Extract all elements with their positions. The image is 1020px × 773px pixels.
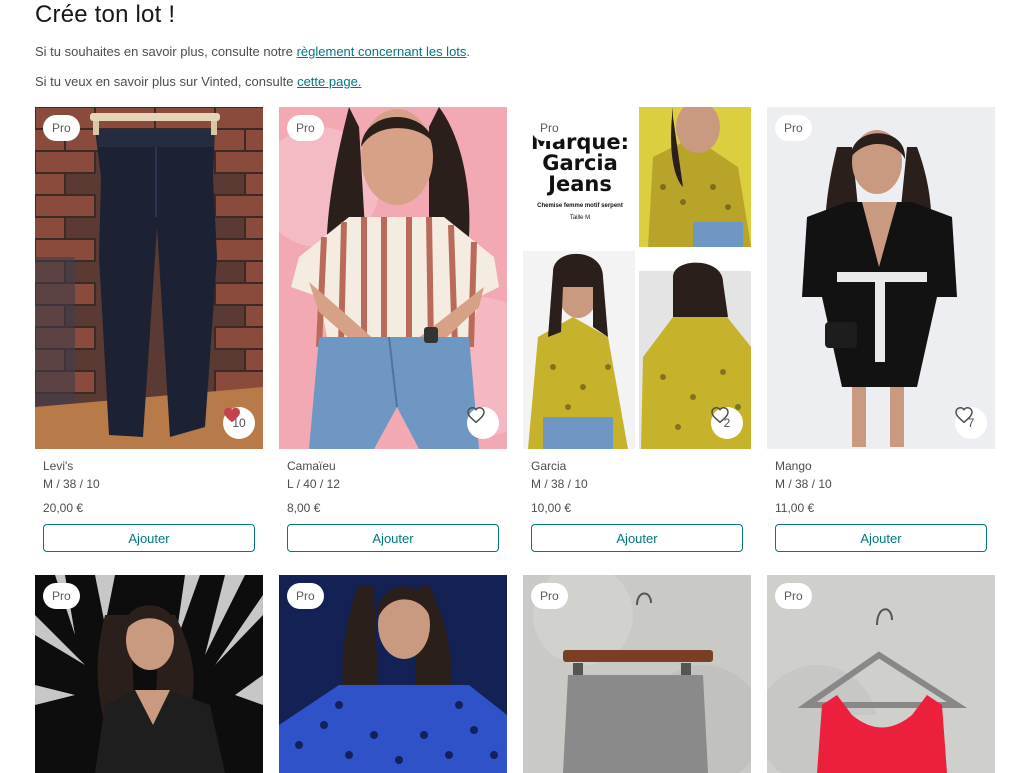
- item-card[interactable]: Marque: Garcia Jeans Chemise femme motif…: [523, 107, 751, 552]
- item-photo[interactable]: Pro: [35, 575, 263, 773]
- item-photo[interactable]: Pro: [767, 575, 995, 773]
- item-card[interactable]: Pro: [767, 575, 995, 773]
- pro-badge: Pro: [531, 115, 568, 141]
- bundle-rules-link[interactable]: règlement concernant les lots: [297, 44, 467, 59]
- item-card[interactable]: Pro: [523, 575, 751, 773]
- item-size: M / 38 / 10: [43, 477, 100, 491]
- item-photo[interactable]: Pro: [523, 575, 751, 773]
- favourite-button[interactable]: 7: [955, 407, 987, 439]
- vinted-info-link[interactable]: cette page.: [297, 74, 361, 89]
- item-card[interactable]: Pro: [279, 575, 507, 773]
- item-brand: Levi's: [43, 459, 74, 473]
- heart-icon: [467, 407, 485, 423]
- item-photo[interactable]: Pro: [279, 107, 507, 449]
- item-brand: Garcia: [531, 459, 567, 473]
- vinted-info-text: Si tu veux en savoir plus sur Vinted, co…: [35, 74, 361, 90]
- poster-subtitle: Chemise femme motif serpent: [537, 203, 623, 209]
- pro-badge: Pro: [43, 115, 80, 141]
- item-photo[interactable]: Marque: Garcia Jeans Chemise femme motif…: [523, 107, 751, 449]
- favourite-button[interactable]: 10: [223, 407, 255, 439]
- bundle-info-text: Si tu souhaites en savoir plus, consulte…: [35, 44, 470, 60]
- item-size: M / 38 / 10: [531, 477, 588, 491]
- poster-size: Taille M: [569, 215, 591, 221]
- item-brand: Camaïeu: [287, 459, 336, 473]
- add-to-bundle-button[interactable]: Ajouter: [531, 524, 743, 552]
- add-to-bundle-button[interactable]: Ajouter: [287, 524, 499, 552]
- item-card[interactable]: Pro 7 Mango M / 38 / 10 11,00 € Ajouter: [767, 107, 995, 552]
- heart-icon: [711, 407, 729, 423]
- item-price: 8,00 €: [287, 501, 321, 515]
- item-card[interactable]: Pro 10 Levi's M / 38 / 10 20,00 € Ajoute…: [35, 107, 263, 552]
- item-photo[interactable]: Pro 7: [767, 107, 995, 449]
- item-brand: Mango: [775, 459, 812, 473]
- pro-badge: Pro: [43, 583, 80, 609]
- add-to-bundle-button[interactable]: Ajouter: [43, 524, 255, 552]
- pro-badge: Pro: [287, 583, 324, 609]
- pro-badge: Pro: [531, 583, 568, 609]
- add-to-bundle-button[interactable]: Ajouter: [775, 524, 987, 552]
- favourite-button[interactable]: 2: [711, 407, 743, 439]
- item-card[interactable]: Pro Camaïeu L / 40 / 12 8,00 € Ajouter: [279, 107, 507, 552]
- pro-badge: Pro: [775, 115, 812, 141]
- pro-badge: Pro: [775, 583, 812, 609]
- bundle-info-prefix: Si tu souhaites en savoir plus, consulte…: [35, 44, 297, 59]
- favourite-button[interactable]: [467, 407, 499, 439]
- heart-filled-icon: [224, 407, 240, 423]
- pro-badge: Pro: [287, 115, 324, 141]
- vinted-info-prefix: Si tu veux en savoir plus sur Vinted, co…: [35, 74, 298, 89]
- bundle-info-suffix: .: [466, 44, 471, 59]
- heart-icon: [955, 407, 973, 423]
- item-size: L / 40 / 12: [287, 477, 340, 491]
- poster-brand: Marque: Garcia Jeans: [530, 130, 630, 196]
- item-photo[interactable]: Pro: [279, 575, 507, 773]
- item-price: 20,00 €: [43, 501, 84, 515]
- item-price: 11,00 €: [775, 501, 815, 515]
- item-price: 10,00 €: [531, 501, 572, 515]
- item-photo[interactable]: Pro 10: [35, 107, 263, 449]
- item-size: M / 38 / 10: [775, 477, 832, 491]
- page-title: Crée ton lot !: [35, 1, 176, 28]
- item-card[interactable]: Pro: [35, 575, 263, 773]
